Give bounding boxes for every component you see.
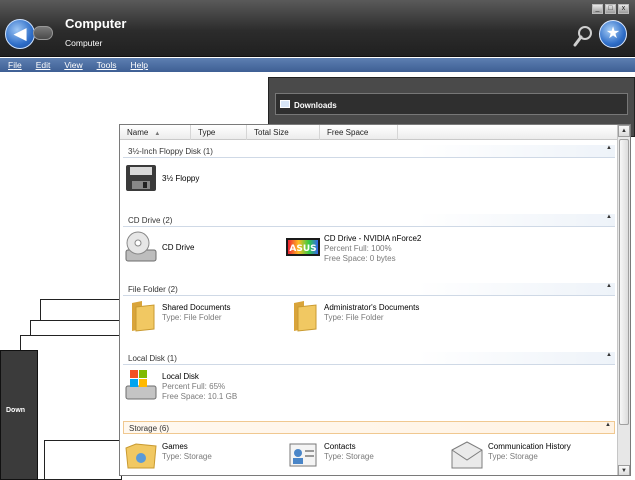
collapse-icon[interactable]: ▲ [606, 145, 612, 151]
window-subtitle: Computer [65, 38, 103, 48]
ghost-window-label: Down [6, 407, 26, 414]
contacts-icon [289, 443, 317, 467]
item-name: Games [162, 442, 188, 451]
collapse-icon[interactable]: ▲ [606, 352, 612, 358]
group-header-file-folder[interactable]: File Folder (2) ▲ [123, 283, 615, 296]
back-button[interactable]: ◀ [5, 19, 35, 49]
list-item[interactable]: Games Type: Storage [124, 438, 284, 474]
close-button[interactable]: x [618, 4, 629, 14]
item-name: Contacts [324, 442, 356, 451]
menu-help[interactable]: Help [129, 60, 150, 70]
list-item[interactable]: Local Disk Percent Full: 65% Free Space:… [124, 368, 284, 404]
search-icon[interactable] [572, 24, 594, 48]
mail-icon [451, 441, 483, 469]
menu-edit[interactable]: Edit [34, 60, 53, 70]
column-total-size[interactable]: Total Size [247, 125, 320, 140]
asus-disc-icon: ASUS [286, 238, 320, 256]
item-name: Local Disk [162, 372, 199, 381]
svg-text:ASUS: ASUS [289, 244, 316, 254]
folder-icon [294, 301, 317, 332]
games-folder-icon [125, 443, 157, 469]
group-header-storage[interactable]: Storage (6) ▲ [123, 421, 615, 434]
list-item[interactable]: CD Drive [124, 230, 284, 266]
window-title: Computer [65, 16, 127, 31]
menu-file[interactable]: File [6, 60, 24, 70]
item-name: CD Drive [162, 243, 195, 252]
minimize-button[interactable]: _ [592, 4, 603, 14]
favorites-star-button[interactable]: ★ [599, 20, 627, 48]
collapse-icon[interactable]: ▲ [606, 283, 612, 289]
item-type: Type: Storage [162, 452, 212, 461]
menu-view[interactable]: View [62, 60, 84, 70]
collapse-icon[interactable]: ▲ [606, 214, 612, 220]
scroll-down-icon[interactable]: ▼ [618, 465, 630, 475]
list-item[interactable]: 3½ Floppy [124, 161, 324, 197]
item-type: Type: Storage [324, 452, 374, 461]
window-ghost-dark [0, 350, 38, 480]
file-list-pane[interactable]: Name ▲ Type Total Size Free Space 3½-Inch… [119, 124, 631, 476]
scroll-up-icon[interactable]: ▲ [618, 125, 630, 137]
menu-tools[interactable]: Tools [95, 60, 119, 70]
list-item[interactable]: Communication History Type: Storage [450, 438, 610, 474]
group-header-floppy[interactable]: 3½-Inch Floppy Disk (1) ▲ [123, 145, 615, 158]
list-item[interactable]: Contacts Type: Storage [286, 438, 446, 474]
window-ghost-trail [44, 440, 122, 480]
item-name: Shared Documents [162, 303, 231, 312]
scroll-thumb[interactable] [619, 139, 629, 425]
item-free-space: Free Space: 0 bytes [324, 254, 396, 263]
column-header: Name ▲ Type Total Size Free Space [120, 125, 618, 140]
column-free-space[interactable]: Free Space [320, 125, 398, 140]
item-type: Type: File Folder [324, 313, 384, 322]
item-free-space: Free Space: 10.1 GB [162, 392, 238, 401]
group-header-local-disk[interactable]: Local Disk (1) ▲ [123, 352, 615, 365]
menu-bar: File Edit View Tools Help [0, 58, 635, 72]
cd-drive-icon [125, 231, 157, 262]
group-header-cd-drive[interactable]: CD Drive (2) ▲ [123, 214, 615, 227]
item-percent-full: Percent Full: 65% [162, 382, 226, 391]
column-type[interactable]: Type [191, 125, 247, 140]
item-name: 3½ Floppy [162, 174, 200, 183]
vertical-scrollbar[interactable]: ▲ ▼ [617, 125, 630, 475]
background-window-title: Downloads [294, 101, 337, 110]
item-type: Type: File Folder [162, 313, 222, 322]
caption-buttons: _ □ x [592, 4, 629, 14]
item-name: CD Drive - NVIDIA nForce2 [324, 234, 422, 243]
list-item[interactable]: Shared Documents Type: File Folder [124, 299, 284, 335]
forward-button[interactable] [33, 26, 53, 40]
window-icon [280, 100, 290, 108]
item-name: Administrator's Documents [324, 303, 420, 312]
back-arrow-icon: ◀ [13, 24, 27, 43]
maximize-button[interactable]: □ [605, 4, 616, 14]
title-bar: ◀ Computer Computer _ □ x ★ [0, 0, 635, 57]
item-percent-full: Percent Full: 100% [324, 244, 392, 253]
item-type: Type: Storage [488, 452, 538, 461]
sort-ascending-icon: ▲ [154, 131, 161, 137]
local-disk-icon [125, 370, 157, 400]
list-item[interactable]: ASUS CD Drive - NVIDIA nForce2 Percent F… [286, 230, 466, 266]
item-name: Communication History [488, 442, 571, 451]
collapse-icon[interactable]: ▲ [605, 422, 611, 428]
list-item[interactable]: Administrator's Documents Type: File Fol… [286, 299, 466, 335]
folder-icon [132, 301, 155, 332]
floppy-drive-icon [126, 165, 156, 191]
column-name[interactable]: Name ▲ [120, 125, 191, 140]
star-icon: ★ [605, 25, 621, 42]
